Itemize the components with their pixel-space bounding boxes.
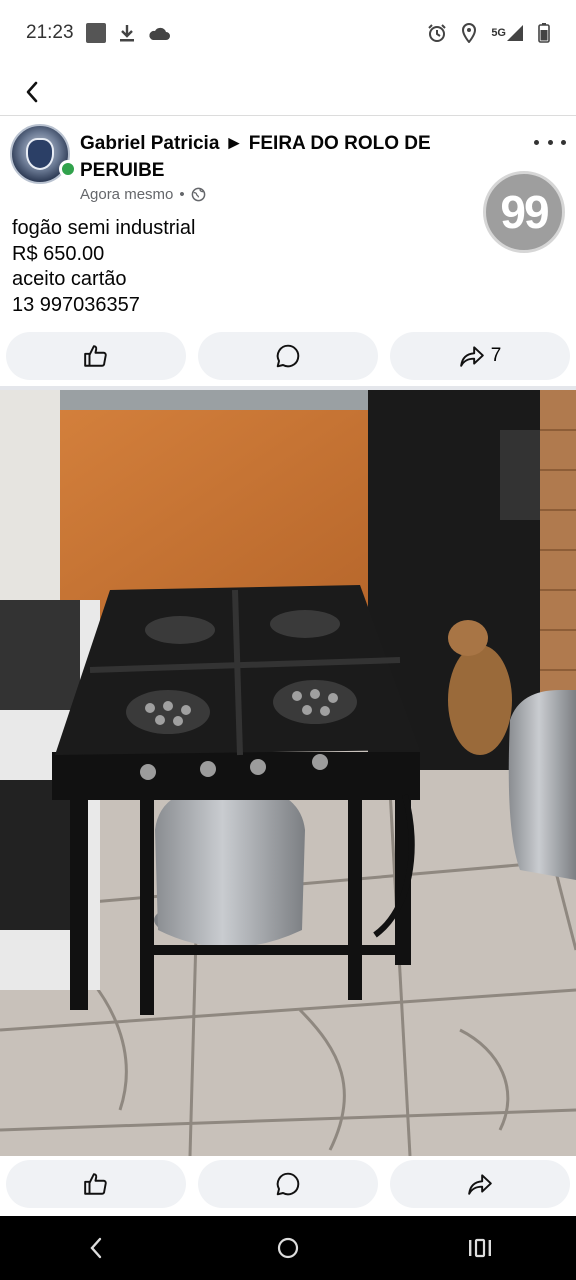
post-actions-bottom [6,1160,570,1208]
status-right: 5G [427,23,550,43]
chevron-left-icon [90,1237,102,1259]
share-button[interactable]: 7 [390,332,570,380]
post-line-payment: aceito cartão [12,268,127,290]
online-status-indicator [59,160,77,178]
home-circle-icon [277,1237,299,1259]
network-type: 5G [491,27,506,39]
status-time: 21:23 [26,22,74,43]
status-bar: 21:23 5G [0,0,576,66]
app-notification-icon [85,23,106,43]
share-icon [468,1174,492,1195]
comment-icon [276,344,300,368]
stove-photo-illustration [0,390,576,1156]
avatar-emblem [26,138,54,170]
download-icon [118,23,136,43]
post-text: fogão semi industrial R$ 650.00 aceito c… [12,216,195,318]
cloud-icon [148,25,170,41]
chevron-left-icon [26,81,38,103]
like-button[interactable] [6,332,186,380]
signal-icon: 5G [491,24,524,42]
post-photo[interactable] [0,390,576,1156]
post-actions-top: 7 [6,332,570,380]
post-author[interactable]: Gabriel Patricia ► FEIRA DO ROLO DE PERU… [80,130,480,184]
more-dot [547,139,553,145]
share-button[interactable] [390,1160,570,1208]
thumbs-up-icon [84,1173,107,1195]
more-dot [561,139,566,145]
post-line-phone: 13 997036357 [12,293,140,316]
back-button[interactable] [16,76,48,108]
system-nav-bar [0,1216,576,1280]
post-line-title: fogão semi industrial [12,217,196,239]
comment-button[interactable] [198,1160,378,1208]
status-left: 21:23 [26,22,170,44]
comment-icon [276,1172,300,1196]
system-home-button[interactable] [258,1224,318,1272]
share-count: 7 [490,345,502,366]
top-nav [0,66,576,116]
battery-icon [538,23,550,43]
location-icon [461,23,477,43]
post-timestamp: Agora mesmo [80,186,174,203]
alarm-icon [427,23,447,43]
more-options-button[interactable] [534,132,566,152]
system-recents-button[interactable] [450,1224,510,1272]
system-back-button[interactable] [66,1224,126,1272]
thumbs-up-icon [84,345,107,367]
more-dot [534,139,539,145]
post-meta: Agora mesmo • [80,186,206,203]
comment-button[interactable] [198,332,378,380]
recents-icon [469,1238,491,1258]
post-line-price: R$ 650.00 [12,242,105,265]
meta-separator: • [179,186,185,203]
globe-icon [191,187,205,202]
floating-badge-99[interactable]: 99 [483,171,565,253]
like-button[interactable] [6,1160,186,1208]
share-icon [459,346,484,367]
